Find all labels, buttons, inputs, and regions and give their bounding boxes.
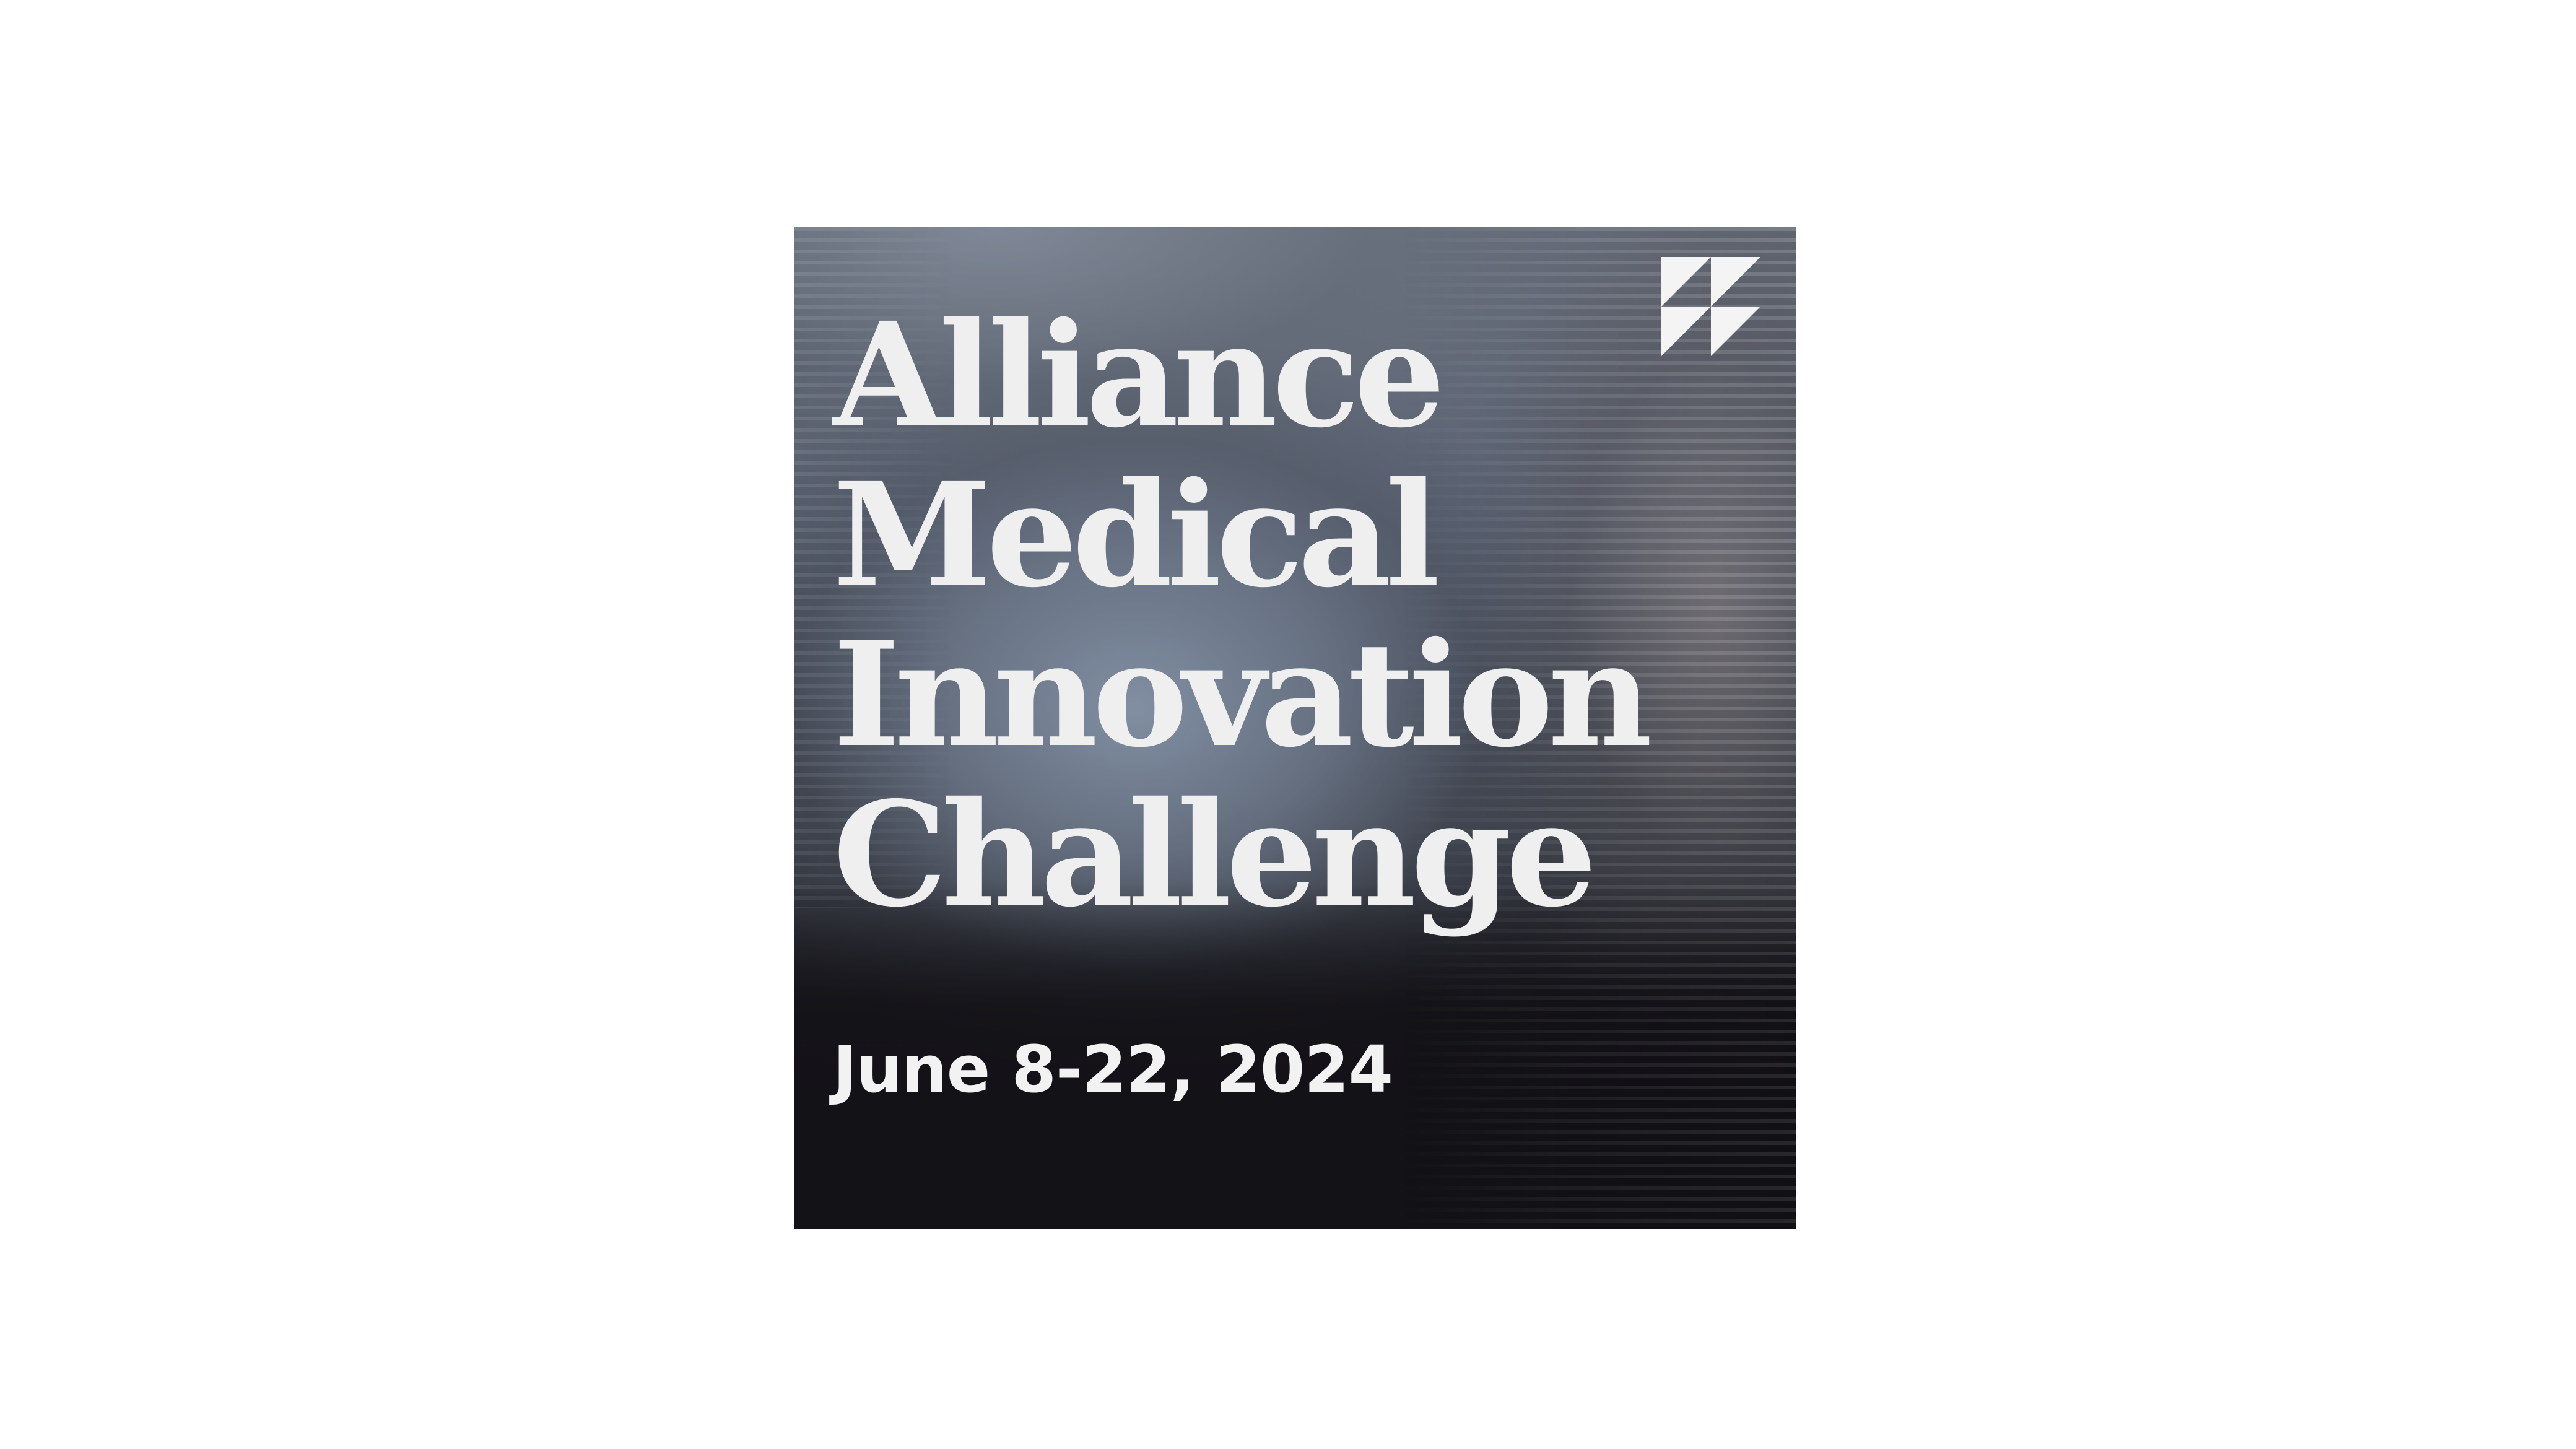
event-title: Alliance Medical Innovation Challenge bbox=[833, 290, 1652, 939]
geometric-triangles-logo-icon bbox=[1661, 257, 1760, 356]
title-line-2: Medical bbox=[833, 450, 1440, 619]
page: Alliance Medical Innovation Challenge Ju… bbox=[0, 0, 2576, 1449]
title-line-1: Alliance bbox=[833, 290, 1445, 459]
title-line-3: Innovation bbox=[833, 610, 1652, 779]
title-line-4: Challenge bbox=[833, 770, 1597, 939]
event-date: June 8-22, 2024 bbox=[833, 1032, 1393, 1107]
event-poster: Alliance Medical Innovation Challenge Ju… bbox=[794, 227, 1796, 1229]
